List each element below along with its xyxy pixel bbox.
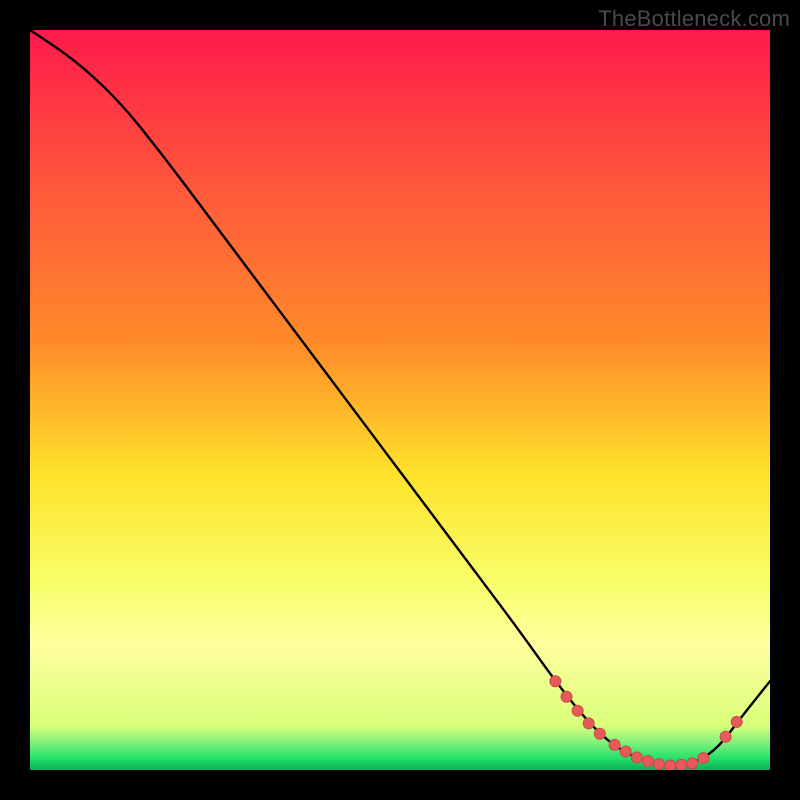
gradient-background	[30, 30, 770, 770]
chart-frame: TheBottleneck.com	[0, 0, 800, 800]
data-marker	[583, 718, 594, 729]
data-marker	[572, 705, 583, 716]
data-marker	[550, 676, 561, 687]
data-marker	[698, 753, 709, 764]
data-marker	[731, 716, 742, 727]
data-marker	[676, 759, 687, 770]
data-marker	[594, 728, 605, 739]
plot-area	[30, 30, 770, 770]
data-marker	[620, 746, 631, 757]
data-marker	[609, 739, 620, 750]
data-marker	[654, 759, 665, 770]
data-marker	[642, 756, 653, 767]
data-marker	[720, 731, 731, 742]
data-marker	[631, 752, 642, 763]
attribution-label: TheBottleneck.com	[598, 6, 790, 32]
data-marker	[687, 758, 698, 769]
data-marker	[561, 691, 572, 702]
chart-svg	[30, 30, 770, 770]
data-marker	[665, 760, 676, 770]
